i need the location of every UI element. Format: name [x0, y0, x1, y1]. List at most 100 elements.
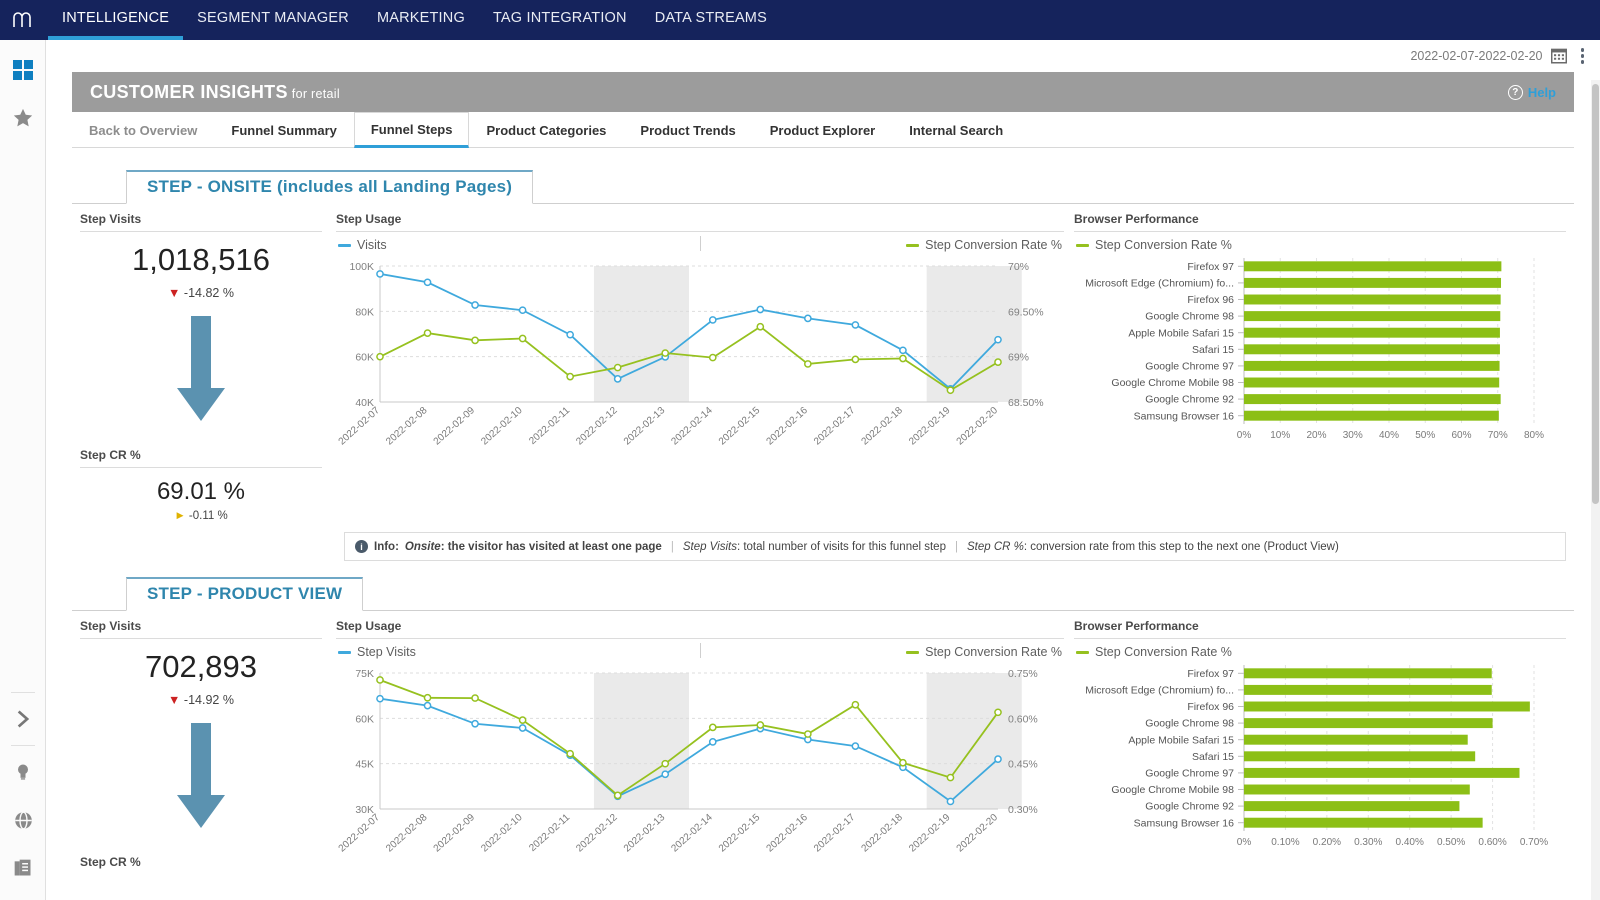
nav-item-tag-integration[interactable]: TAG INTEGRATION	[479, 0, 641, 40]
tab-funnel-steps[interactable]: Funnel Steps	[353, 112, 470, 148]
svg-text:Google Chrome 97: Google Chrome 97	[1145, 361, 1234, 373]
top-nav-items: INTELLIGENCE SEGMENT MANAGER MARKETING T…	[48, 0, 781, 40]
tab-label: Funnel Summary	[231, 123, 337, 138]
svg-text:2022-02-13: 2022-02-13	[622, 405, 668, 448]
svg-text:Google Chrome 92: Google Chrome 92	[1145, 801, 1234, 813]
svg-text:80%: 80%	[1524, 430, 1544, 441]
nav-item-intelligence[interactable]: INTELLIGENCE	[48, 0, 184, 40]
tab-funnel-summary[interactable]: Funnel Summary	[214, 112, 353, 148]
legend-label: Step Conversion Rate %	[925, 238, 1062, 252]
browser-performance-label: Browser Performance	[1074, 619, 1199, 633]
svg-text:2022-02-12: 2022-02-12	[574, 405, 620, 448]
tab-product-categories[interactable]: Product Categories	[469, 112, 623, 148]
productview-step-usage-panel: Step Usage Step Visits Step Conversion R…	[322, 611, 1074, 874]
svg-text:Google Chrome 97: Google Chrome 97	[1145, 768, 1234, 780]
svg-text:2022-02-18: 2022-02-18	[860, 405, 906, 448]
svg-text:0.30%: 0.30%	[1008, 804, 1038, 816]
svg-text:2022-02-16: 2022-02-16	[764, 812, 810, 855]
step-visits-label: Step Visits	[80, 212, 142, 226]
step-tab-onsite[interactable]: STEP - ONSITE (includes all Landing Page…	[126, 170, 534, 204]
step-cr-delta: ► -0.11 %	[80, 506, 322, 522]
onsite-browser-panel: Browser Performance Step Conversion Rate…	[1074, 204, 1574, 522]
svg-text:2022-02-14: 2022-02-14	[669, 812, 715, 855]
info-term-3: Step CR %	[966, 540, 1024, 553]
productview-chart-legend: Step Visits Step Conversion Rate %	[336, 639, 1064, 659]
customer-insights-card: CUSTOMER INSIGHTS for retail ? Help Back …	[72, 72, 1574, 874]
calendar-icon[interactable]	[1550, 48, 1567, 64]
productview-browser-bar-chart[interactable]: 0% 0.10% 0.20% 0.30% 0.40% 0.50% 0.60% 0.70% Fir…	[1074, 659, 1566, 867]
step-usage-label: Step Usage	[336, 212, 402, 226]
svg-text:69.50%: 69.50%	[1008, 306, 1044, 318]
date-range-label[interactable]: 2022-02-07-2022-02-20	[1410, 49, 1542, 63]
dashboard-grid-icon[interactable]	[0, 46, 46, 94]
svg-text:2022-02-13: 2022-02-13	[622, 812, 668, 855]
legend-conversion[interactable]: Step Conversion Rate %	[906, 238, 1062, 252]
svg-text:0.70%: 0.70%	[1520, 837, 1548, 848]
tab-internal-search[interactable]: Internal Search	[892, 112, 1020, 148]
nav-item-marketing[interactable]: MARKETING	[363, 0, 479, 40]
step-usage-label: Step Usage	[336, 619, 402, 633]
svg-text:2022-02-11: 2022-02-11	[527, 812, 572, 854]
svg-text:2022-02-10: 2022-02-10	[479, 405, 525, 448]
svg-text:Samsung Browser 16: Samsung Browser 16	[1134, 817, 1235, 829]
step-visits-value: 1,018,516	[132, 242, 270, 277]
globe-icon[interactable]	[0, 796, 46, 844]
step-visits-delta: ▼ -14.82 %	[80, 278, 322, 300]
lightbulb-icon[interactable]	[0, 748, 46, 796]
svg-text:2022-02-19: 2022-02-19	[907, 812, 953, 855]
nav-label: SEGMENT MANAGER	[197, 10, 349, 26]
svg-text:40%: 40%	[1379, 430, 1399, 441]
onsite-row: Step Visits 1,018,516 ▼ -14.82 % Step CR…	[72, 204, 1574, 522]
legend-label: Step Conversion Rate %	[1095, 238, 1232, 252]
step-visits-delta-value: -14.92 %	[183, 693, 234, 707]
step-tab-label: STEP - PRODUCT VIEW	[147, 584, 343, 603]
tab-product-trends[interactable]: Product Trends	[623, 112, 752, 148]
info-separator: |	[954, 540, 958, 553]
page-content: 2022-02-07-2022-02-20 CUSTOMER INSIGHTS f…	[46, 40, 1600, 900]
svg-text:0%: 0%	[1237, 430, 1252, 441]
svg-text:2022-02-11: 2022-02-11	[527, 405, 572, 447]
onsite-line-chart[interactable]: 40K 60K 80K 100K 68.50% 69% 69.50% 70% 2022-02-0…	[336, 252, 1064, 460]
left-rail	[0, 40, 46, 900]
step-visits-delta: ▼ -14.92 %	[80, 685, 322, 707]
legend-step-visits[interactable]: Step Visits	[338, 645, 416, 659]
legend-conversion[interactable]: Step Conversion Rate %	[1076, 645, 1232, 659]
expand-chevron-icon[interactable]	[0, 695, 46, 743]
nav-item-data-streams[interactable]: DATA STREAMS	[641, 0, 781, 40]
help-link[interactable]: ? Help	[1507, 84, 1556, 100]
tab-label: Back to Overview	[89, 123, 198, 138]
legend-divider	[700, 643, 701, 658]
info-icon: i	[355, 540, 368, 553]
svg-text:Google Chrome Mobile 98: Google Chrome Mobile 98	[1111, 784, 1234, 796]
onsite-browser-bar-chart[interactable]: 0% 10% 20% 30% 40% 50% 60% 70% 80% Firefox 97 Micr…	[1074, 252, 1566, 460]
svg-text:2022-02-15: 2022-02-15	[717, 812, 763, 855]
productview-line-chart[interactable]: 30K 45K 60K 75K 0.30% 0.45% 0.60% 0.75% 2022-02-…	[336, 659, 1064, 867]
svg-text:Google Chrome 92: Google Chrome 92	[1145, 394, 1234, 406]
top-navigation-bar: INTELLIGENCE SEGMENT MANAGER MARKETING T…	[0, 0, 1600, 40]
svg-text:10%: 10%	[1270, 430, 1290, 441]
nav-item-segment-manager[interactable]: SEGMENT MANAGER	[183, 0, 363, 40]
legend-color-swatch	[1076, 243, 1089, 247]
svg-text:2022-02-10: 2022-02-10	[479, 812, 525, 855]
tab-product-explorer[interactable]: Product Explorer	[753, 112, 892, 148]
legend-conversion[interactable]: Step Conversion Rate %	[906, 645, 1062, 659]
legend-divider	[700, 236, 701, 251]
svg-text:0.60%: 0.60%	[1478, 837, 1506, 848]
svg-text:100K: 100K	[349, 261, 374, 273]
legend-conversion[interactable]: Step Conversion Rate %	[1076, 238, 1232, 252]
step-section-onsite-header: STEP - ONSITE (includes all Landing Page…	[72, 170, 1574, 204]
kebab-menu-icon[interactable]	[1575, 48, 1591, 64]
svg-text:2022-02-08: 2022-02-08	[384, 812, 430, 855]
scrollbar-thumb[interactable]	[1592, 84, 1599, 504]
step-tab-product-view[interactable]: STEP - PRODUCT VIEW	[126, 577, 364, 611]
onsite-kpi-column: Step Visits 1,018,516 ▼ -14.82 % Step CR…	[72, 204, 322, 522]
svg-text:0.50%: 0.50%	[1437, 837, 1465, 848]
m-logo[interactable]	[0, 0, 48, 40]
favorites-star-icon[interactable]	[0, 94, 46, 142]
svg-text:Firefox 96: Firefox 96	[1187, 701, 1234, 713]
tab-back-to-overview[interactable]: Back to Overview	[72, 112, 214, 148]
page-scrollbar[interactable]	[1591, 80, 1600, 900]
docs-icon[interactable]	[0, 844, 46, 892]
productview-browser-panel: Browser Performance Step Conversion Rate…	[1074, 611, 1574, 874]
legend-visits[interactable]: Visits	[338, 238, 387, 252]
